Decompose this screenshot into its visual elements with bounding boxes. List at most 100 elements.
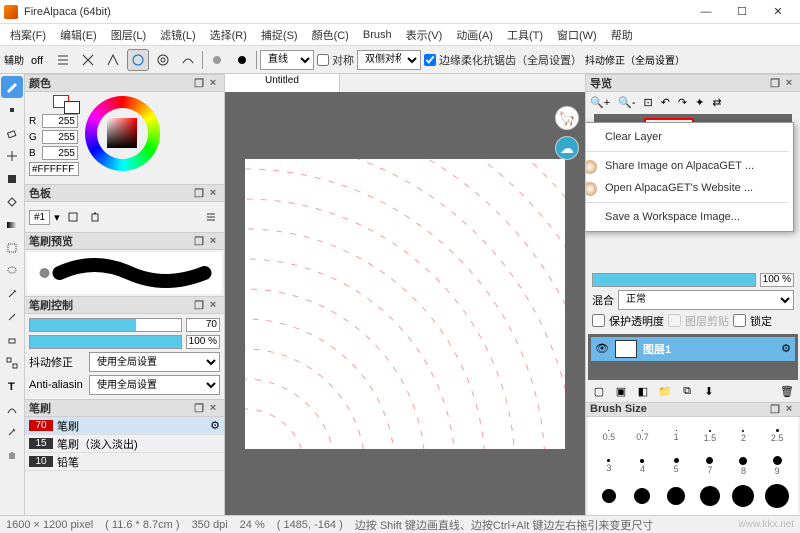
brush-item[interactable]: 15笔刷（淡入淡出) — [25, 435, 224, 453]
object-tool[interactable] — [1, 398, 23, 420]
zoom-fit-icon[interactable]: ⊡ — [643, 96, 652, 109]
new-layer-8bit-button[interactable]: ▣ — [612, 383, 630, 401]
gear-icon[interactable]: ⚙ — [210, 419, 220, 432]
flip-icon[interactable]: ⇄ — [712, 96, 721, 109]
brush-size-cell[interactable]: 1.5 — [693, 421, 727, 451]
brush-size-cell[interactable] — [727, 481, 761, 511]
snap-vanish-button[interactable] — [102, 49, 124, 71]
ctx-share-alpacaget[interactable]: Share Image on AlpacaGET ... — [585, 155, 793, 177]
zoom-in-icon[interactable]: 🔍+ — [590, 96, 610, 109]
blend-mode-select[interactable]: 正常 — [618, 290, 794, 310]
brush-size-cell[interactable]: 2.5 — [760, 421, 794, 451]
shake-select[interactable]: 使用全局设置 — [89, 352, 220, 372]
brush-size-cell[interactable]: 2 — [727, 421, 761, 451]
brush-size-cell[interactable]: 9 — [760, 451, 794, 481]
brush-size-cell[interactable] — [592, 481, 626, 511]
menu-edit[interactable]: 编辑(E) — [54, 25, 103, 45]
aa-select[interactable]: 使用全局设置 — [89, 375, 220, 395]
snap-parallel-button[interactable] — [52, 49, 74, 71]
layer-item[interactable]: 👁 图层1 ⚙ — [591, 337, 795, 361]
pen-select-tool[interactable] — [1, 306, 23, 328]
close-button[interactable]: ✕ — [760, 1, 796, 23]
sv-square[interactable] — [107, 118, 137, 148]
rotate-right-icon[interactable]: ↷ — [678, 96, 687, 109]
alpaca-icon[interactable]: 🦙 — [555, 106, 579, 130]
snap-circle-button[interactable] — [152, 49, 174, 71]
hex-input[interactable] — [29, 162, 79, 176]
delete-layer-button[interactable]: 🗑 — [778, 383, 796, 401]
layer-opacity-slider[interactable] — [592, 273, 756, 287]
eraser-tool[interactable] — [1, 122, 23, 144]
brush-size-cell[interactable]: 0.7 — [626, 421, 660, 451]
size-slider[interactable] — [29, 318, 182, 332]
menu-layer[interactable]: 图层(L) — [105, 25, 152, 45]
ctx-open-alpacaget[interactable]: Open AlpacaGET's Website ... — [585, 177, 793, 199]
new-layer-button[interactable]: ▢ — [590, 383, 608, 401]
cloud-icon[interactable]: ☁ — [555, 136, 579, 160]
snap-radial-button[interactable] — [127, 49, 149, 71]
new-layer-1bit-button[interactable]: ◧ — [634, 383, 652, 401]
brush-size-cell[interactable] — [760, 481, 794, 511]
menu-window[interactable]: 窗口(W) — [551, 25, 603, 45]
mirror-mode-select[interactable]: 双侧对称 — [357, 50, 421, 70]
brush-size-cell[interactable]: 7 — [693, 451, 727, 481]
move-tool[interactable] — [1, 145, 23, 167]
menu-help[interactable]: 帮助 — [605, 25, 639, 45]
brush-size-cell[interactable]: 8 — [727, 451, 761, 481]
delete-swatch-button[interactable] — [86, 208, 104, 226]
g-input[interactable] — [42, 130, 78, 144]
swatch-menu-button[interactable] — [202, 208, 220, 226]
soft-dot-icon[interactable] — [206, 49, 228, 71]
brush-item[interactable]: 70笔刷⚙ — [25, 417, 224, 435]
menu-file[interactable]: 档案(F) — [4, 25, 52, 45]
rotate-left-icon[interactable]: ↶ — [661, 96, 670, 109]
undock-icon[interactable]: ❐ — [192, 77, 206, 90]
aa-checkbox[interactable] — [424, 54, 436, 66]
visibility-icon[interactable]: 👁 — [595, 342, 609, 356]
brush-size-cell[interactable]: 0.5 — [592, 421, 626, 451]
brush-size-cell[interactable] — [626, 481, 660, 511]
opacity-slider[interactable] — [29, 335, 182, 349]
reset-icon[interactable]: ✦ — [695, 96, 704, 109]
color-wheel[interactable] — [85, 96, 160, 171]
menu-anim[interactable]: 动画(A) — [450, 25, 499, 45]
ctx-save-workspace[interactable]: Save a Workspace Image... — [585, 206, 793, 228]
duplicate-layer-button[interactable]: ⧉ — [678, 383, 696, 401]
snap-cross-button[interactable] — [77, 49, 99, 71]
gradient-tool[interactable] — [1, 214, 23, 236]
new-folder-button[interactable]: 📁 — [656, 383, 674, 401]
r-input[interactable] — [42, 114, 78, 128]
eyedropper-tool[interactable] — [1, 421, 23, 443]
zoom-out-icon[interactable]: 🔍- — [618, 96, 635, 109]
snap-off-button[interactable]: off — [27, 49, 49, 71]
lasso-tool[interactable] — [1, 260, 23, 282]
line-style-select[interactable]: 直线 — [260, 50, 314, 70]
close-panel-icon[interactable]: × — [206, 77, 220, 89]
swatch-preset[interactable]: #1 — [29, 210, 50, 225]
merge-down-button[interactable]: ⬇ — [700, 383, 718, 401]
brush-tool[interactable] — [1, 76, 23, 98]
brush-item[interactable]: 10铅笔 — [25, 453, 224, 471]
doc-tab[interactable]: Untitled — [225, 74, 340, 92]
brush-size-cell[interactable]: 4 — [626, 451, 660, 481]
fill-tool[interactable] — [1, 168, 23, 190]
add-swatch-button[interactable] — [64, 208, 82, 226]
hard-dot-icon[interactable] — [231, 49, 253, 71]
menu-brush[interactable]: Brush — [357, 27, 398, 43]
text-tool[interactable]: T — [1, 375, 23, 397]
opacity-value[interactable]: 100 % — [186, 335, 220, 349]
hand-tool[interactable] — [1, 444, 23, 466]
wand-tool[interactable] — [1, 283, 23, 305]
size-value[interactable]: 70 — [186, 318, 220, 332]
gear-icon[interactable]: ⚙ — [781, 342, 791, 355]
bucket-tool[interactable] — [1, 191, 23, 213]
menu-color[interactable]: 顏色(C) — [306, 25, 355, 45]
mirror-checkbox[interactable] — [317, 54, 329, 66]
brush-size-cell[interactable] — [659, 481, 693, 511]
bg-swatch[interactable] — [64, 101, 80, 114]
brush-size-cell[interactable]: 5 — [659, 451, 693, 481]
brush-size-cell[interactable]: 3 — [592, 451, 626, 481]
canvas[interactable] — [245, 159, 565, 449]
menu-filter[interactable]: 滤镜(L) — [154, 25, 201, 45]
layer-opacity-value[interactable]: 100 % — [760, 273, 794, 287]
